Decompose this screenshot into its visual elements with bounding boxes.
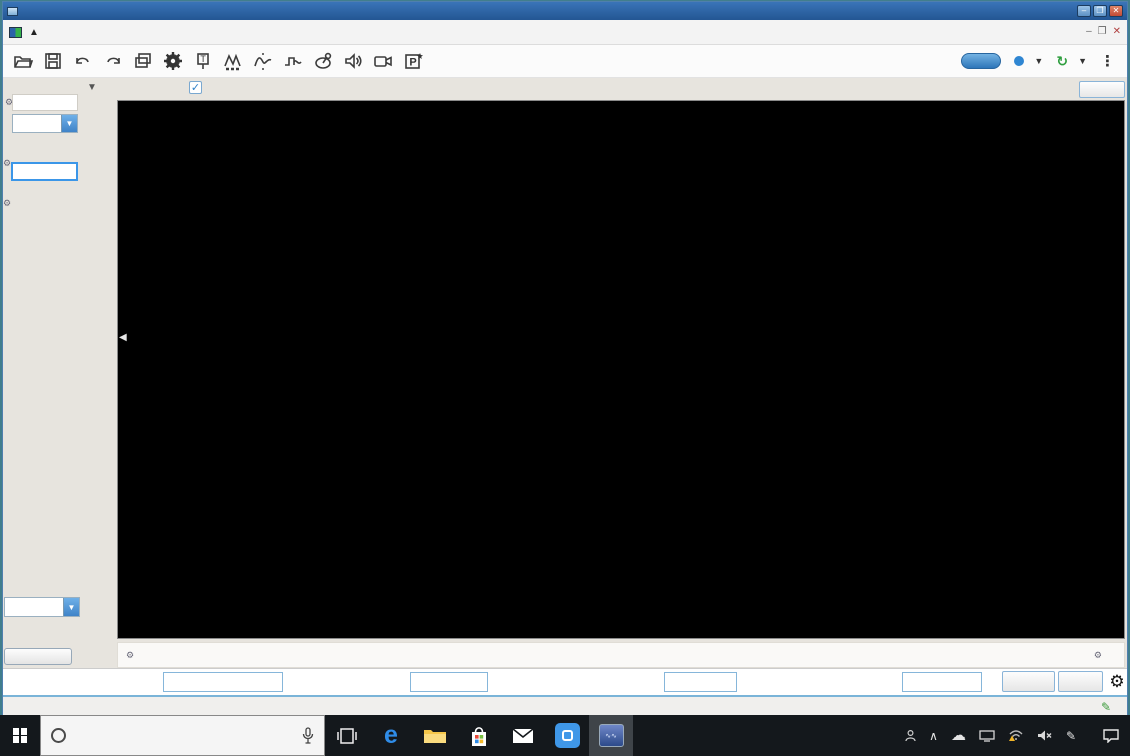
desktop: – ❐ ✕ ▲ – ❐ bbox=[0, 0, 1130, 756]
app-icon bbox=[7, 7, 18, 16]
mail-icon[interactable] bbox=[501, 715, 545, 756]
task-view-icon[interactable] bbox=[325, 715, 369, 756]
mdi-close-icon[interactable]: ✕ bbox=[1113, 26, 1121, 38]
analyzer-icon[interactable] bbox=[309, 47, 337, 75]
ref-lev-field[interactable] bbox=[410, 672, 488, 692]
camera-icon[interactable] bbox=[369, 47, 397, 75]
restore-button[interactable]: ❐ bbox=[1093, 5, 1107, 17]
title-bar: – ❐ ✕ bbox=[3, 2, 1127, 20]
markers-button[interactable] bbox=[1002, 671, 1055, 692]
preset-p-icon[interactable]: P bbox=[399, 47, 427, 75]
cf-gear-icon[interactable]: ⚙ bbox=[126, 650, 134, 661]
menu-bar: ▲ – ❐ ✕ bbox=[3, 20, 1127, 45]
signalvu-window: – ❐ ✕ ▲ – ❐ bbox=[2, 1, 1128, 715]
undo-icon[interactable] bbox=[69, 47, 97, 75]
svg-text:T: T bbox=[200, 54, 206, 64]
traces-button[interactable] bbox=[1058, 671, 1103, 692]
open-icon[interactable] bbox=[9, 47, 37, 75]
volume-muted-icon[interactable] bbox=[1037, 729, 1053, 742]
taskbar-search[interactable] bbox=[40, 715, 325, 756]
store-icon[interactable] bbox=[457, 715, 501, 756]
view-dropdown[interactable]: ▼ bbox=[4, 597, 80, 617]
windows-taskbar: e ∿∿ ∧ ☁ ✎ bbox=[0, 715, 1130, 756]
search-input[interactable] bbox=[75, 727, 275, 744]
replay-control[interactable]: ▼ bbox=[1014, 56, 1043, 66]
microphone-icon[interactable] bbox=[302, 727, 314, 744]
spectrum-plot[interactable]: ◀ bbox=[117, 100, 1125, 639]
menu-connect[interactable] bbox=[167, 29, 187, 35]
run-arrow-icon: ↻ bbox=[1056, 55, 1068, 67]
user-icon[interactable] bbox=[905, 730, 916, 742]
autoscale-button[interactable] bbox=[4, 648, 72, 665]
span-field[interactable] bbox=[664, 672, 737, 692]
settings-gear-button[interactable]: ⚙ bbox=[1106, 671, 1128, 692]
svg-text:P: P bbox=[409, 56, 416, 68]
onedrive-cloud-icon[interactable]: ☁ bbox=[951, 730, 966, 742]
chevron-up-icon[interactable]: ∧ bbox=[929, 730, 938, 742]
dpx-peaks-icon[interactable] bbox=[219, 47, 247, 75]
replay-dot-icon bbox=[1014, 56, 1024, 66]
unit-dropdown[interactable]: ▼ bbox=[12, 114, 78, 133]
settings-bar: ⚙ bbox=[3, 668, 1127, 695]
start-icon[interactable] bbox=[0, 715, 40, 756]
replay-chevron-down-icon[interactable]: ▼ bbox=[1034, 56, 1043, 66]
minimize-button[interactable]: – bbox=[1077, 5, 1091, 17]
res-bw-field[interactable] bbox=[902, 672, 982, 692]
file-explorer-icon[interactable] bbox=[413, 715, 457, 756]
dpx-bitmap-canvas[interactable] bbox=[118, 101, 1124, 638]
menu-presets[interactable] bbox=[127, 29, 147, 35]
menu-tools[interactable] bbox=[147, 29, 167, 35]
cf-span-row: ⚙ ⚙ bbox=[117, 642, 1125, 668]
signalvu-app-icon[interactable]: ∿∿ bbox=[589, 715, 633, 756]
edge-icon[interactable]: e bbox=[369, 715, 413, 756]
action-center-icon[interactable] bbox=[1102, 728, 1120, 743]
pen-icon[interactable]: ✎ bbox=[1066, 730, 1076, 742]
unit-dropdown-arrow-icon[interactable]: ▼ bbox=[61, 115, 77, 132]
menu-window[interactable] bbox=[187, 29, 207, 35]
stop-control[interactable]: ↻ ▼ bbox=[1056, 55, 1087, 67]
status-bar bbox=[3, 695, 1127, 716]
displays-icon[interactable] bbox=[129, 47, 157, 75]
kebab-menu-icon[interactable]: ⋮ bbox=[1100, 52, 1115, 70]
save-icon[interactable] bbox=[39, 47, 67, 75]
menu-help[interactable] bbox=[207, 29, 227, 35]
status-pen-icon: ✎ bbox=[1101, 700, 1111, 714]
db-div-gear-icon[interactable]: ⚙ bbox=[3, 158, 11, 169]
trace-markers-icon[interactable] bbox=[249, 47, 277, 75]
redo-icon[interactable] bbox=[99, 47, 127, 75]
close-button[interactable]: ✕ bbox=[1109, 5, 1123, 17]
main-toolbar: T P ▼ ↻ ▼ ⋮ bbox=[3, 45, 1127, 78]
preset-button[interactable] bbox=[961, 53, 1001, 69]
blue-app-icon[interactable] bbox=[545, 715, 589, 756]
stop-chevron-down-icon[interactable]: ▼ bbox=[1078, 56, 1087, 66]
rbw-gear-icon[interactable]: ⚙ bbox=[3, 198, 11, 209]
mdi-minimize-icon[interactable]: – bbox=[1086, 26, 1092, 38]
menu-view[interactable] bbox=[67, 29, 87, 35]
menu-file[interactable] bbox=[47, 29, 67, 35]
menu-markers[interactable] bbox=[87, 29, 107, 35]
bitmap-collapse-icon[interactable]: ▼ bbox=[87, 82, 97, 93]
system-tray: ∧ ☁ ✎ bbox=[905, 728, 1130, 743]
cortana-circle-icon bbox=[51, 728, 66, 743]
mdi-child-icon bbox=[9, 27, 22, 38]
clear-button[interactable] bbox=[1079, 81, 1125, 98]
y-axis bbox=[81, 101, 115, 638]
mdi-restore-icon[interactable]: ❐ bbox=[1098, 26, 1107, 38]
pulse-wave-icon[interactable] bbox=[279, 47, 307, 75]
settings-gear-icon[interactable] bbox=[159, 47, 187, 75]
wifi-warning-icon[interactable] bbox=[1008, 729, 1024, 742]
span-gear-icon[interactable]: ⚙ bbox=[1094, 650, 1102, 661]
db-div-field[interactable] bbox=[11, 162, 78, 181]
marker-tag-icon[interactable]: T bbox=[189, 47, 217, 75]
ref-level-field[interactable] bbox=[12, 94, 78, 111]
eject-icon[interactable]: ▲ bbox=[29, 27, 39, 38]
frequency-field[interactable] bbox=[163, 672, 283, 692]
device-icon[interactable] bbox=[979, 730, 995, 742]
menu-setup[interactable] bbox=[107, 29, 127, 35]
view-dropdown-arrow-icon[interactable]: ▼ bbox=[63, 598, 79, 616]
speaker-icon[interactable] bbox=[339, 47, 367, 75]
show-checkbox[interactable]: ✓ bbox=[189, 81, 202, 94]
